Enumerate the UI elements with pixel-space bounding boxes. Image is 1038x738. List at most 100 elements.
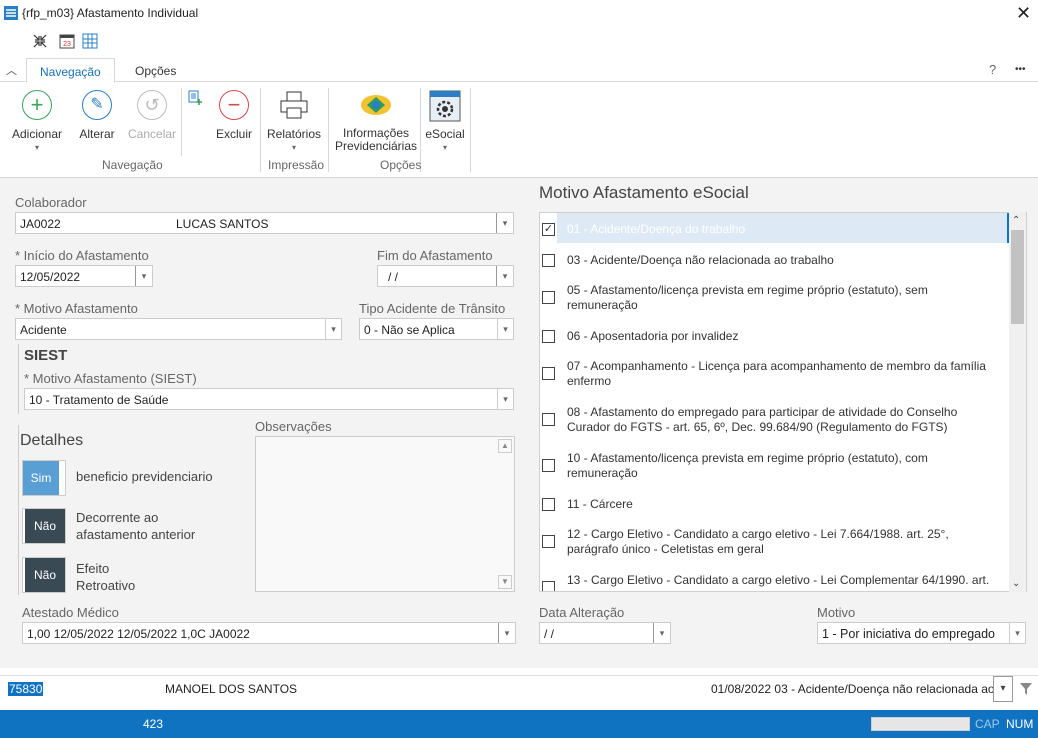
chevron-down-icon[interactable]: ▾ bbox=[497, 389, 513, 409]
colaborador-code: JA0022 bbox=[20, 217, 61, 231]
siest-motivo-select[interactable]: 10 - Tratamento de Saúde ▾ bbox=[24, 388, 514, 410]
minus-icon: − bbox=[219, 90, 249, 120]
ribbon-collapse-icon[interactable]: ︿ bbox=[6, 62, 17, 78]
close-icon[interactable]: ✕ bbox=[1016, 3, 1031, 24]
motivo-esocial-select[interactable]: 1 - Por iniciativa do empregado ▾ bbox=[817, 622, 1026, 644]
cap-indicator: CAP bbox=[975, 717, 1000, 731]
scroll-up-icon[interactable]: ▲ bbox=[498, 439, 512, 453]
chevron-down-icon[interactable]: ▾ bbox=[496, 266, 513, 286]
checkbox[interactable] bbox=[542, 498, 555, 511]
scroll-up-icon[interactable]: ⌃ bbox=[1012, 215, 1020, 226]
scroll-down-icon[interactable]: ▼ bbox=[498, 575, 512, 589]
chevron-down-icon[interactable]: ▾ bbox=[496, 213, 513, 233]
progress-bar bbox=[871, 717, 970, 731]
tipo-acidente-label: Tipo Acidente de Trânsito bbox=[359, 301, 506, 316]
chevron-down-icon[interactable]: ▾ bbox=[325, 319, 341, 339]
tab-opcoes[interactable]: Opções bbox=[122, 58, 189, 83]
esocial-scrollbar[interactable]: ⌃ ⌄ bbox=[1009, 212, 1026, 592]
motivo-esocial-value: 1 - Por iniciativa do empregado bbox=[822, 627, 996, 641]
list-item-text: 12 - Cargo Eletivo - Candidato a cargo e… bbox=[567, 527, 949, 556]
chevron-down-icon: ▾ bbox=[291, 143, 296, 152]
checkbox-checked[interactable]: ✓ bbox=[542, 223, 555, 236]
window-title: {rfp_m03} Afastamento Individual bbox=[22, 6, 199, 20]
scrollbar-thumb[interactable] bbox=[1011, 230, 1024, 324]
decorrente-label-line1: Decorrente ao bbox=[76, 510, 159, 525]
adicionar-button[interactable]: + Adicionar ▾ bbox=[8, 90, 66, 152]
ribbon-divider bbox=[470, 88, 471, 172]
excluir-button[interactable]: − Excluir bbox=[214, 90, 254, 141]
list-item-text: 05 - Afastamento/licença prevista em reg… bbox=[567, 283, 928, 312]
app-logo-icon bbox=[4, 6, 18, 20]
decorrente-label-line2: afastamento anterior bbox=[76, 527, 196, 542]
svg-text:23: 23 bbox=[63, 41, 71, 48]
relatorios-button[interactable]: Relatórios ▾ bbox=[265, 90, 323, 152]
filter-icon[interactable] bbox=[1019, 682, 1033, 696]
list-item-text: 10 - Afastamento/licença prevista em reg… bbox=[567, 451, 928, 480]
group-opcoes: Opções bbox=[380, 158, 422, 172]
record-info: 01/08/2022 03 - Acidente/Doença não rela… bbox=[711, 682, 994, 696]
more-icon[interactable]: ••• bbox=[1015, 64, 1026, 75]
decorrente-toggle[interactable]: Não bbox=[22, 508, 66, 544]
grid-icon[interactable] bbox=[81, 33, 99, 49]
ribbon-divider bbox=[181, 88, 182, 156]
checkbox[interactable] bbox=[542, 459, 555, 472]
fim-date-field[interactable]: / / ▾ bbox=[377, 265, 514, 287]
checkbox[interactable] bbox=[542, 254, 555, 267]
pencil-icon: ✎ bbox=[82, 90, 112, 120]
help-icon[interactable]: ? bbox=[989, 62, 996, 77]
social-security-icon bbox=[361, 95, 391, 115]
gear-icon bbox=[429, 90, 461, 122]
alterar-button[interactable]: ✎ Alterar bbox=[76, 90, 118, 141]
motivo-esocial-label: Motivo bbox=[817, 605, 856, 620]
cancelar-label: Cancelar bbox=[128, 127, 177, 141]
list-item-text: 13 - Cargo Eletivo - Candidato a cargo e… bbox=[567, 573, 990, 587]
collapse-icon[interactable] bbox=[31, 33, 49, 49]
chevron-down-icon[interactable]: ▾ bbox=[497, 319, 513, 339]
chevron-down-icon[interactable]: ▾ bbox=[135, 266, 152, 286]
data-alteracao-field[interactable]: / / ▾ bbox=[539, 622, 671, 644]
informacoes-label-line2: Previdenciárias bbox=[334, 139, 418, 153]
checkbox[interactable] bbox=[542, 535, 555, 548]
list-item-text: 03 - Acidente/Doença não relacionada ao … bbox=[567, 253, 834, 267]
inicio-date-field[interactable]: 12/05/2022 ▾ bbox=[15, 265, 153, 287]
siest-motivo-label: * Motivo Afastamento (SIEST) bbox=[24, 371, 197, 386]
checkbox[interactable] bbox=[542, 291, 555, 304]
list-item-text: 11 - Cárcere bbox=[567, 497, 633, 511]
relatorios-label: Relatórios bbox=[266, 127, 322, 141]
beneficio-toggle[interactable]: Sim bbox=[22, 460, 66, 496]
chevron-down-icon[interactable]: ▾ bbox=[1009, 623, 1025, 643]
colaborador-name: LUCAS SANTOS bbox=[176, 217, 269, 231]
decorrente-label: Decorrente ao afastamento anterior bbox=[76, 509, 195, 543]
esocial-title: Motivo Afastamento eSocial bbox=[539, 183, 749, 202]
checkbox[interactable] bbox=[542, 330, 555, 343]
tab-navegacao[interactable]: Navegação bbox=[26, 58, 115, 83]
list-item-text: 07 - Acompanhamento - Licença para acomp… bbox=[567, 359, 986, 388]
observacoes-textarea[interactable]: ▲ ▼ bbox=[255, 436, 515, 592]
retroativo-label-line1: Efeito bbox=[76, 561, 110, 576]
retroativo-toggle[interactable]: Não bbox=[22, 557, 66, 593]
esocial-motivo-list[interactable]: ✓ 01 - Acidente/Doença do trabalho 03 - … bbox=[539, 212, 1027, 592]
cancelar-button[interactable]: ↺ Cancelar bbox=[128, 90, 176, 141]
motivo-select[interactable]: Acidente ▾ bbox=[15, 318, 342, 340]
colaborador-field[interactable]: JA0022 LUCAS SANTOS ▾ bbox=[15, 212, 514, 234]
list-item-text: 06 - Aposentadoria por invalidez bbox=[567, 329, 739, 343]
atestado-value: 1,00 12/05/2022 12/05/2022 1,0C JA0022 bbox=[27, 627, 250, 641]
esocial-button[interactable]: eSocial ▾ bbox=[423, 90, 467, 152]
checkbox[interactable] bbox=[542, 367, 555, 380]
scroll-down-icon[interactable]: ⌄ bbox=[1012, 578, 1020, 589]
copy-add-icon[interactable] bbox=[187, 90, 203, 106]
atestado-select[interactable]: 1,00 12/05/2022 12/05/2022 1,0C JA0022 ▾ bbox=[22, 622, 516, 644]
calendar-icon[interactable]: 23 bbox=[58, 33, 76, 49]
chevron-down-icon[interactable]: ▾ bbox=[498, 623, 515, 643]
toggle-state: Não bbox=[25, 558, 65, 592]
alterar-label: Alterar bbox=[79, 127, 115, 141]
chevron-down-icon[interactable]: ▾ bbox=[653, 623, 670, 643]
checkbox[interactable] bbox=[542, 581, 555, 591]
data-alteracao-label: Data Alteração bbox=[539, 605, 625, 620]
informacoes-previdenciarias-button[interactable]: Informações Previdenciárias bbox=[333, 90, 419, 153]
siest-title: SIEST bbox=[24, 347, 68, 364]
tipo-acidente-select[interactable]: 0 - Não se Aplica ▾ bbox=[359, 318, 514, 340]
checkbox[interactable] bbox=[542, 413, 555, 426]
record-dropdown-button[interactable]: ▾ bbox=[993, 676, 1013, 702]
record-code[interactable]: 75830 bbox=[8, 682, 44, 696]
